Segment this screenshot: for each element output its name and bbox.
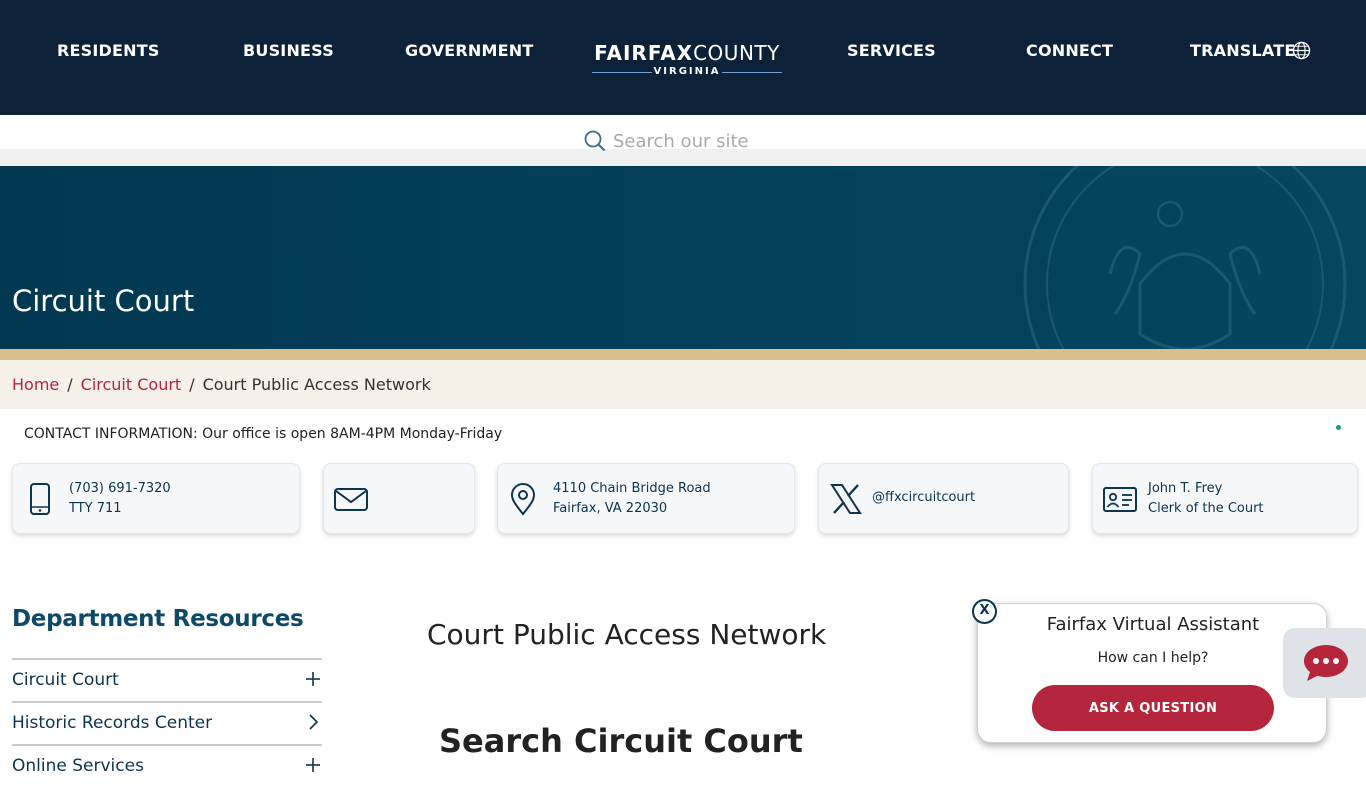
breadcrumb-separator: / — [189, 375, 195, 394]
chevron-right-icon[interactable] — [304, 713, 322, 731]
contact-card-phone[interactable]: (703) 691-7320 TTY 711 — [12, 463, 300, 534]
search-icon[interactable] — [584, 130, 606, 152]
virtual-assistant-popup: Fairfax Virtual Assistant How can I help… — [977, 603, 1327, 743]
sidebar-item-online-services[interactable]: Online Services — [12, 744, 322, 787]
status-dot — [1336, 425, 1341, 430]
tty-number: TTY 711 — [69, 501, 122, 516]
clerk-title: Clerk of the Court — [1148, 501, 1264, 516]
fairfax-county-logo[interactable]: FAIRFAXCOUNTY VIRGINIA — [590, 40, 784, 80]
breadcrumb-current: Court Public Access Network — [202, 375, 431, 394]
nav-business[interactable]: BUSINESS — [243, 40, 334, 62]
top-navigation: RESIDENTS BUSINESS GOVERNMENT FAIRFAXCOU… — [0, 0, 1366, 115]
nav-government[interactable]: GOVERNMENT — [405, 40, 533, 62]
contact-card-twitter[interactable]: @ffxcircuitcourt — [818, 463, 1069, 534]
assistant-close-button[interactable]: X — [972, 599, 997, 624]
phone-number[interactable]: (703) 691-7320 — [69, 479, 171, 499]
contact-card-address[interactable]: 4110 Chain Bridge Road Fairfax, VA 22030 — [497, 463, 795, 534]
sidebar-item-label: Circuit Court — [12, 670, 119, 690]
page-title: Circuit Court — [12, 284, 195, 318]
hero-banner: Circuit Court — [0, 166, 1366, 349]
contact-card-email[interactable] — [323, 463, 475, 534]
main-heading: Court Public Access Network — [427, 618, 827, 651]
ask-question-button[interactable]: ASK A QUESTION — [1032, 685, 1274, 731]
plus-icon[interactable] — [304, 756, 322, 774]
globe-icon[interactable] — [1292, 41, 1311, 60]
chat-bubble-icon — [1304, 645, 1348, 681]
accent-bar — [0, 349, 1366, 360]
x-twitter-icon — [830, 484, 862, 514]
clerk-name: John T. Frey — [1148, 481, 1223, 496]
logo-light-text: COUNTY — [693, 41, 780, 65]
breadcrumb: Home / Circuit Court / Court Public Access N… — [0, 360, 1366, 409]
sidebar-title: Department Resources — [12, 606, 304, 632]
contact-card-clerk[interactable]: John T. Frey Clerk of the Court — [1092, 463, 1358, 534]
id-card-icon — [1103, 487, 1137, 512]
nav-connect[interactable]: CONNECT — [1026, 40, 1113, 62]
nav-residents[interactable]: RESIDENTS — [57, 40, 160, 62]
sidebar-item-circuit-court[interactable]: Circuit Court — [12, 658, 322, 701]
nav-services[interactable]: SERVICES — [847, 40, 936, 62]
sidebar-item-historic-records[interactable]: Historic Records Center — [12, 701, 322, 744]
logo-sub-text: VIRGINIA — [653, 66, 721, 77]
email-icon[interactable] — [334, 482, 368, 516]
county-seal-icon — [1023, 166, 1347, 349]
location-pin-icon — [510, 483, 536, 516]
address-line2[interactable]: Fairfax, VA 22030 — [553, 499, 711, 519]
logo-bold-text: FAIRFAX — [594, 41, 694, 65]
contact-intro: CONTACT INFORMATION: Our office is open … — [24, 426, 503, 442]
assistant-title: Fairfax Virtual Assistant — [1046, 614, 1260, 635]
sidebar-item-label: Historic Records Center — [12, 713, 213, 733]
search-input[interactable] — [613, 127, 913, 155]
sidebar-item-label: Online Services — [12, 756, 144, 776]
breadcrumb-circuit-court[interactable]: Circuit Court — [81, 375, 182, 394]
nav-translate[interactable]: TRANSLATE — [1190, 40, 1296, 62]
breadcrumb-separator: / — [67, 375, 73, 394]
address-line1[interactable]: 4110 Chain Bridge Road — [553, 479, 711, 499]
main-subheading: Search Circuit Court — [439, 722, 803, 760]
breadcrumb-home[interactable]: Home — [12, 375, 59, 394]
chat-launcher[interactable] — [1283, 628, 1366, 698]
assistant-prompt: How can I help? — [1097, 650, 1209, 666]
twitter-handle[interactable]: @ffxcircuitcourt — [872, 488, 975, 508]
phone-icon — [30, 483, 50, 515]
plus-icon[interactable] — [304, 670, 322, 688]
